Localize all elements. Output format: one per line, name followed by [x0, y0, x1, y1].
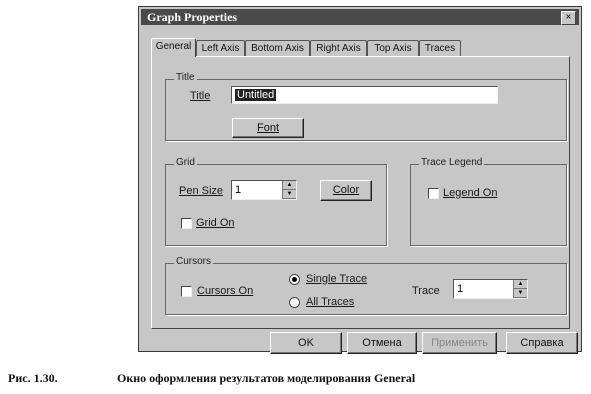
trace-spin[interactable]: ▲ ▼ — [513, 280, 527, 298]
tab-bottom-axis[interactable]: Bottom Axis — [245, 40, 310, 56]
title-input-value: Untitled — [235, 89, 277, 101]
cursors-group: Cursors Cursors On Single Trace All Trac… — [165, 256, 567, 315]
pen-size-value: 1 — [235, 184, 242, 196]
color-button[interactable]: Color — [320, 180, 372, 201]
cancel-button[interactable]: Отмена — [347, 332, 417, 354]
title-input[interactable]: Untitled — [231, 86, 498, 104]
figure-number: Рис. 1.30. — [8, 371, 58, 385]
close-button[interactable]: × — [561, 11, 576, 25]
single-trace-label: Single Trace — [306, 273, 368, 285]
pen-size-label: Pen Size — [179, 185, 224, 197]
font-button[interactable]: Font — [232, 118, 304, 138]
title-bar[interactable]: Graph Properties × — [141, 9, 579, 25]
trace-label: Trace — [412, 285, 440, 297]
legend-on-label: Legend On — [443, 187, 498, 199]
graph-properties-dialog: Graph Properties × General Left Axis Bot… — [138, 6, 582, 354]
title-group-label: Title — [174, 72, 197, 83]
spin-down-icon[interactable]: ▼ — [514, 289, 527, 298]
cursors-group-label: Cursors — [174, 256, 214, 267]
apply-button[interactable]: Применить — [422, 332, 497, 354]
radio-selected-dot — [292, 277, 297, 282]
pen-size-spinbox[interactable]: 1 ▲ ▼ — [231, 180, 297, 200]
grid-group-label: Grid — [174, 157, 197, 168]
tab-right-axis[interactable]: Right Axis — [310, 40, 367, 56]
tab-general[interactable]: General — [151, 38, 196, 57]
spin-down-icon[interactable]: ▼ — [283, 190, 296, 199]
trace-value: 1 — [457, 283, 464, 295]
figure-caption: Окно оформления результатов моделировани… — [117, 371, 416, 385]
grid-on-label: Grid On — [196, 217, 235, 229]
font-button-label: Font — [256, 122, 279, 134]
cursors-on-checkbox[interactable] — [181, 286, 192, 297]
general-tab-panel: Title Title Untitled Font Grid Pen Size … — [151, 56, 570, 329]
grid-on-checkbox[interactable] — [181, 218, 192, 229]
trace-legend-group: Trace Legend Legend On — [410, 157, 567, 246]
spin-up-icon[interactable]: ▲ — [283, 181, 296, 190]
title-group: Title Title Untitled Font — [165, 72, 567, 141]
tab-top-axis[interactable]: Top Axis — [367, 40, 419, 56]
all-traces-radio[interactable] — [289, 297, 300, 308]
ok-button[interactable]: OK — [270, 332, 342, 354]
trace-spinbox[interactable]: 1 ▲ ▼ — [453, 279, 528, 299]
title-field-label: Title — [190, 90, 211, 102]
single-trace-radio[interactable] — [289, 274, 300, 285]
legend-on-checkbox[interactable] — [428, 188, 439, 199]
pen-size-spin[interactable]: ▲ ▼ — [282, 181, 296, 199]
color-button-label: Color — [332, 184, 360, 196]
grid-group: Grid Pen Size 1 ▲ ▼ Color Grid On — [165, 157, 387, 246]
close-icon: × — [565, 12, 572, 23]
tab-traces[interactable]: Traces — [419, 40, 461, 56]
cursors-on-label: Cursors On — [197, 285, 254, 297]
trace-legend-group-label: Trace Legend — [419, 157, 485, 168]
spin-up-icon[interactable]: ▲ — [514, 280, 527, 289]
tab-left-axis[interactable]: Left Axis — [196, 40, 245, 56]
all-traces-label: All Traces — [306, 296, 355, 308]
help-button[interactable]: Справка — [506, 332, 578, 354]
window-title: Graph Properties — [147, 10, 238, 24]
